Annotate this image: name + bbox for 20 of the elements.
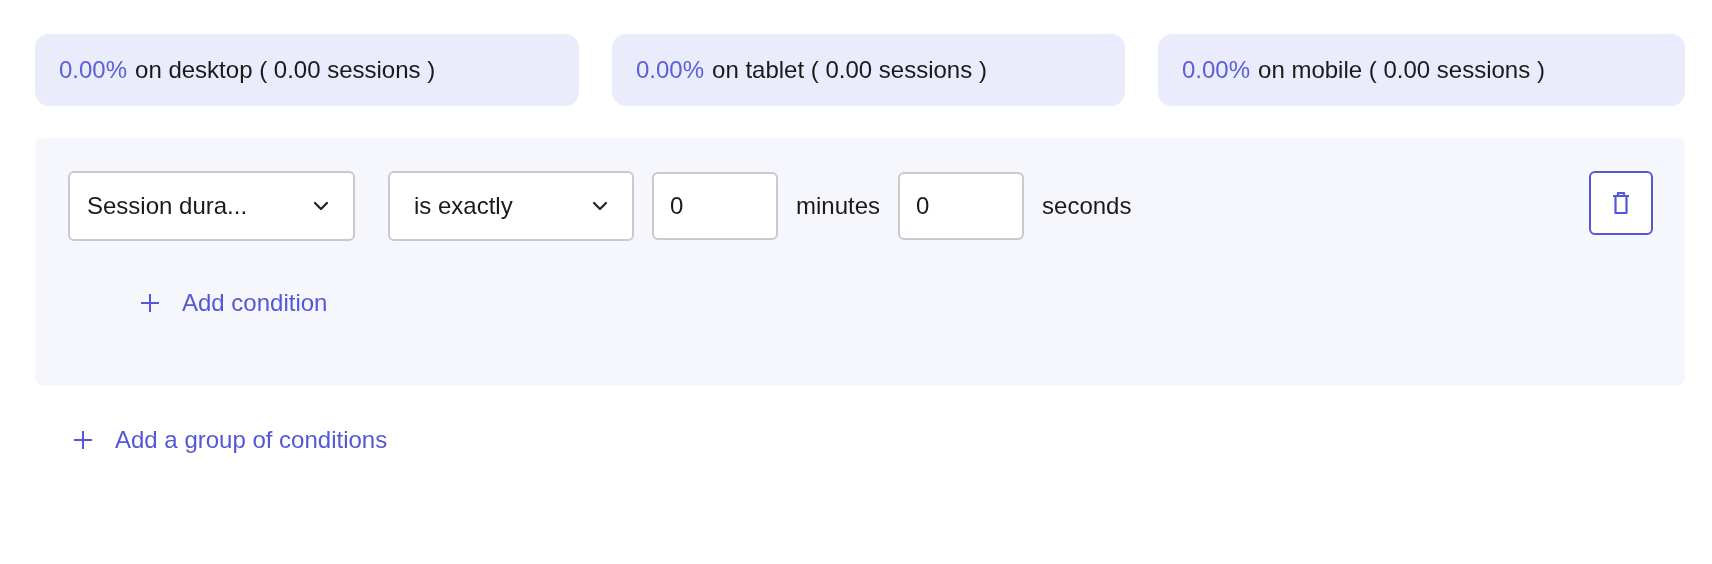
plus-icon: [140, 293, 160, 313]
percentage: 0.00%: [1182, 56, 1251, 84]
dropdown[interactable]: is exactly: [388, 171, 634, 241]
stat-label: on mobile ( 0.00 sessions ): [1258, 56, 1545, 84]
delete-button[interactable]: [1589, 171, 1653, 235]
add-group-link[interactable]: Add a group of conditions: [35, 426, 388, 454]
number-input[interactable]: 0: [898, 172, 1025, 240]
percentage: 0.00%: [636, 56, 705, 84]
number-input[interactable]: 0: [652, 172, 778, 240]
plus-icon: [73, 430, 93, 450]
stat-label: on desktop ( 0.00 sessions ): [135, 56, 436, 84]
dropdown[interactable]: Session dura...: [68, 171, 355, 241]
percentage: 0.00%: [59, 56, 128, 84]
unit-label: seconds: [1042, 192, 1132, 220]
chevron-down-icon: [313, 201, 329, 211]
unit-label: minutes: [796, 192, 881, 220]
stat-label: on tablet ( 0.00 sessions ): [712, 56, 987, 84]
trash-icon: [1612, 191, 1630, 215]
add-condition-link[interactable]: Add condition: [68, 289, 328, 317]
chevron-down-icon: [592, 201, 608, 211]
